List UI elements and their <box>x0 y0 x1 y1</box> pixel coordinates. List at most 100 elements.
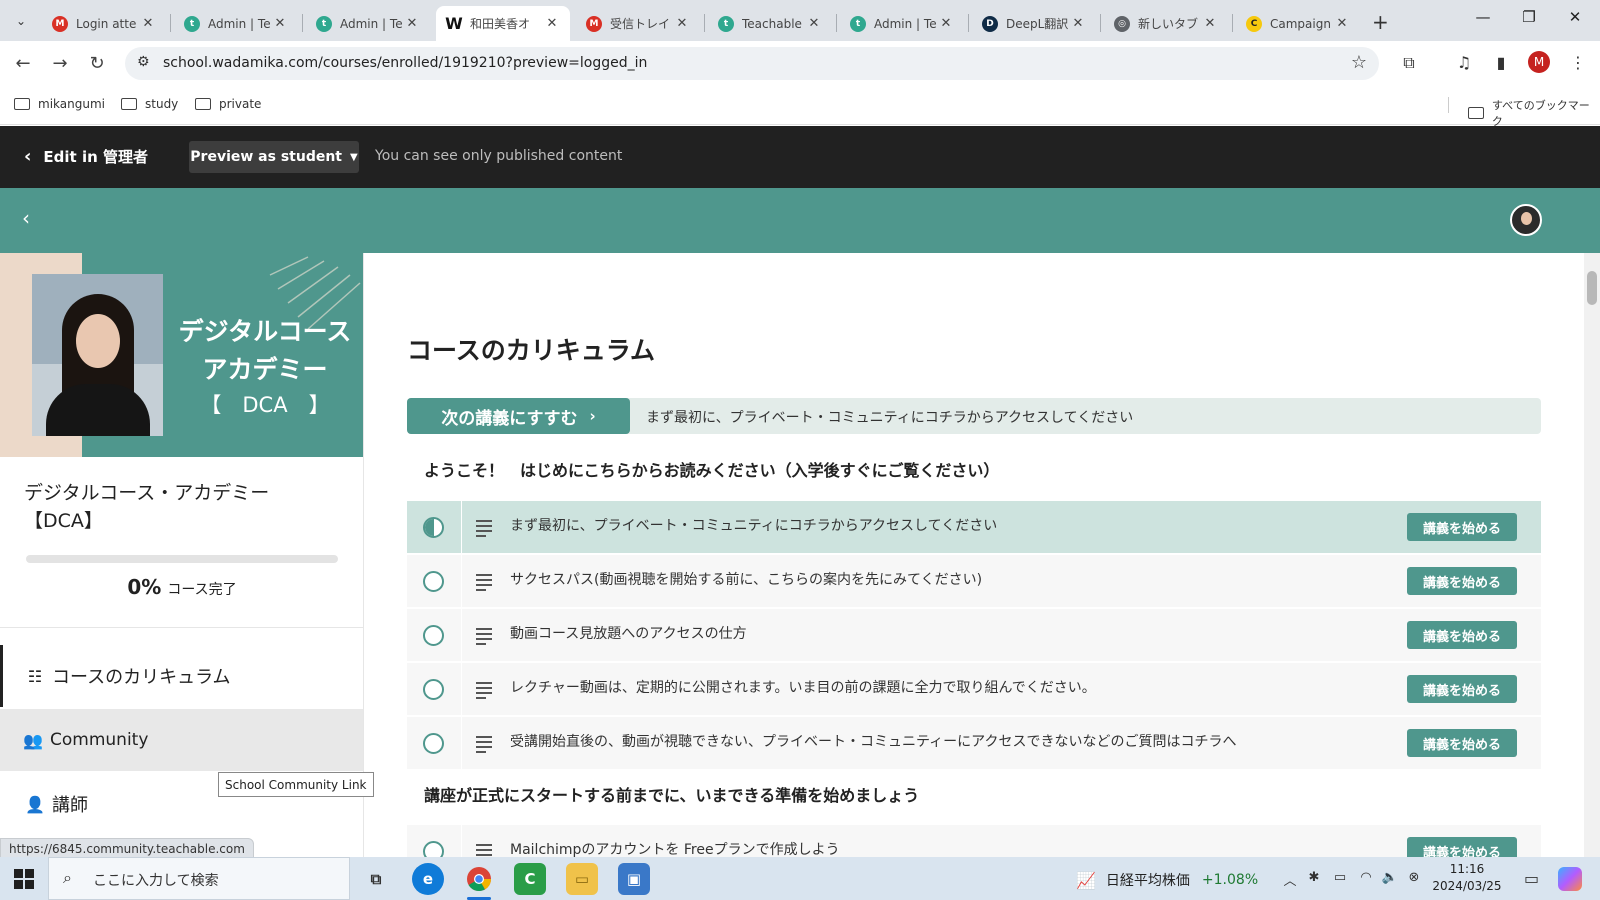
bookmark-folder-study[interactable]: study <box>121 97 178 111</box>
tray-app-icon[interactable]: ✱ <box>1304 870 1324 885</box>
lecture-title[interactable]: サクセスパス(動画視聴を開始する前に、こちらの案内を先にみてください) <box>510 569 982 589</box>
extensions-icon[interactable]: ⧉ <box>1398 53 1420 73</box>
scrollbar-thumb[interactable] <box>1587 271 1597 305</box>
close-tab-icon[interactable]: ✕ <box>272 16 288 31</box>
section-title: ようこそ！ はじめにこちらからお読みください（入学後すぐにご覧ください） <box>424 461 1000 480</box>
lecture-row[interactable]: レクチャー動画は、定期的に公開されます。いま目の前の課題に全力で取り組んでくださ… <box>407 663 1541 716</box>
start-lecture-button[interactable]: 講義を始める <box>1407 513 1517 541</box>
battery-icon[interactable]: ▭ <box>1330 870 1350 885</box>
bookmark-star-icon[interactable]: ☆ <box>1351 52 1367 73</box>
address-bar[interactable]: ⚙ school.wadamika.com/courses/enrolled/1… <box>125 47 1379 80</box>
edge-icon[interactable]: e <box>412 863 444 895</box>
community-icon: 👥 <box>23 730 43 750</box>
stock-widget[interactable]: 📈 日経平均株価 +1.08% <box>1076 870 1258 890</box>
in-progress-icon <box>423 517 444 538</box>
user-avatar[interactable] <box>1510 204 1542 236</box>
browser-tab[interactable]: M 受信トレイ ( ✕ <box>576 6 700 41</box>
browser-tab[interactable]: C Campaign ✕ <box>1236 6 1360 41</box>
copilot-icon[interactable] <box>1558 867 1582 891</box>
edit-in-admin-link[interactable]: ‹ Edit in 管理者 <box>24 146 148 167</box>
text-lecture-icon <box>476 517 492 537</box>
bookmark-folder-mikangumi[interactable]: mikangumi <box>14 97 105 111</box>
lecture-row[interactable]: Mailchimpのアカウントを Freeプランで作成しよう 講義を始める <box>407 825 1541 857</box>
banner-title: デジタルコース アカデミー <box>178 317 352 384</box>
close-tab-icon[interactable]: ✕ <box>1070 16 1086 31</box>
media-control-icon[interactable]: ♫ <box>1453 53 1475 72</box>
restore-icon[interactable]: ❐ <box>1514 8 1544 26</box>
close-tab-icon[interactable]: ✕ <box>140 16 156 31</box>
browser-tab[interactable]: t Teachable ✕ <box>708 6 832 41</box>
close-tab-icon[interactable]: ✕ <box>938 16 954 31</box>
close-tab-icon[interactable]: ✕ <box>544 16 560 31</box>
sidebar-item-curriculum[interactable]: ☷ コースのカリキュラム <box>0 645 363 707</box>
progress-percent: 0% <box>127 575 162 599</box>
curriculum-main: コースのカリキュラム 次の講義にすすむ › まず最初に、プライベート・コミュニテ… <box>365 253 1584 857</box>
sidebar-item-community[interactable]: 👥 Community <box>0 709 363 771</box>
lecture-row[interactable]: 受講開始直後の、動画が視聴できない、プライベート・コミュニティーにアクセスできな… <box>407 717 1541 770</box>
file-explorer-icon[interactable]: ▭ <box>566 863 598 895</box>
tray-expand-icon[interactable]: ︿ <box>1280 870 1300 889</box>
next-lecture-button[interactable]: 次の講義にすすむ › <box>407 398 630 434</box>
course-header: ‹ <box>0 188 1600 253</box>
text-lecture-icon <box>476 679 492 699</box>
browser-tab[interactable]: D DeepL翻訳 ✕ <box>972 6 1096 41</box>
menu-kebab-icon[interactable]: ⋮ <box>1567 53 1589 72</box>
close-tab-icon[interactable]: ✕ <box>1202 16 1218 31</box>
site-info-icon[interactable]: ⚙ <box>137 54 150 70</box>
lecture-title[interactable]: レクチャー動画は、定期的に公開されます。いま目の前の課題に全力で取り組んでくださ… <box>510 677 1096 697</box>
app-window-icon[interactable]: ▣ <box>618 863 650 895</box>
browser-tab[interactable]: t Admin | Te ✕ <box>840 6 964 41</box>
not-started-icon <box>423 571 444 592</box>
close-tab-icon[interactable]: ✕ <box>404 16 420 31</box>
collapse-sidebar-icon[interactable]: ‹ <box>22 206 30 230</box>
start-lecture-button[interactable]: 講義を始める <box>1407 675 1517 703</box>
chrome-taskbar-icon[interactable] <box>463 863 495 900</box>
lecture-title[interactable]: 受講開始直後の、動画が視聴できない、プライベート・コミュニティーにアクセスできな… <box>510 731 1236 751</box>
lecture-title[interactable]: まず最初に、プライベート・コミュニティにコチラからアクセスしてください <box>510 515 997 535</box>
browser-tab[interactable]: M Login atte ✕ <box>42 6 166 41</box>
profile-avatar[interactable]: M <box>1528 51 1550 73</box>
close-tab-icon[interactable]: ✕ <box>806 16 822 31</box>
close-tab-icon[interactable]: ✕ <box>674 16 690 31</box>
forward-icon[interactable]: → <box>49 53 71 74</box>
browser-tab[interactable]: ◎ 新しいタブ ✕ <box>1104 6 1228 41</box>
browser-toolbar: ← → ↻ ⚙ school.wadamika.com/courses/enro… <box>0 41 1600 85</box>
browser-tab[interactable]: t Admin | Te ✕ <box>174 6 298 41</box>
new-tab-icon[interactable]: + <box>1372 10 1389 34</box>
curriculum-icon: ☷ <box>27 666 43 686</box>
windows-start-icon[interactable] <box>14 869 34 889</box>
all-bookmarks[interactable]: すべてのブックマーク <box>1468 97 1600 129</box>
minimize-icon[interactable]: — <box>1468 8 1498 26</box>
start-lecture-button[interactable]: 講義を始める <box>1407 621 1517 649</box>
close-window-icon[interactable]: ✕ <box>1560 8 1590 26</box>
bookmark-folder-private[interactable]: private <box>195 97 261 111</box>
start-lecture-button[interactable]: 講義を始める <box>1407 837 1517 857</box>
browser-tab-active[interactable]: W 和田美香オ ✕ <box>436 6 570 41</box>
bookmarks-bar: mikangumi study private すべてのブックマーク <box>0 85 1600 128</box>
lecture-row[interactable]: まず最初に、プライベート・コミュニティにコチラからアクセスしてください 講義を始… <box>407 501 1541 554</box>
preview-as-dropdown[interactable]: Preview as student ▼ <box>189 141 359 173</box>
url-text[interactable]: school.wadamika.com/courses/enrolled/191… <box>163 55 647 71</box>
taskbar-search[interactable]: ⌕ ここに入力して検索 <box>48 857 350 900</box>
notification-icon[interactable]: ▭ <box>1524 869 1539 888</box>
close-tab-icon[interactable]: ✕ <box>1334 16 1350 31</box>
lecture-title[interactable]: 動画コース見放題へのアクセスの仕方 <box>510 623 747 643</box>
system-clock[interactable]: 11:16 2024/03/25 <box>1426 861 1508 895</box>
folder-icon <box>121 98 137 110</box>
start-lecture-button[interactable]: 講義を始める <box>1407 567 1517 595</box>
page-scrollbar[interactable] <box>1584 253 1600 857</box>
lecture-title[interactable]: Mailchimpのアカウントを Freeプランで作成しよう <box>510 839 840 857</box>
side-panel-icon[interactable]: ▮ <box>1490 53 1512 72</box>
browser-tab[interactable]: t Admin | Te ✕ <box>306 6 430 41</box>
reload-icon[interactable]: ↻ <box>86 53 108 74</box>
task-view-icon[interactable]: ⧉ <box>360 863 392 895</box>
network-icon[interactable]: ◠ <box>1356 870 1376 885</box>
spreadsheet-app-icon[interactable]: C <box>514 863 546 895</box>
input-status-icon[interactable]: ⊗ <box>1404 870 1424 885</box>
start-lecture-button[interactable]: 講義を始める <box>1407 729 1517 757</box>
back-icon[interactable]: ← <box>12 53 34 74</box>
lecture-row[interactable]: サクセスパス(動画視聴を開始する前に、こちらの案内を先にみてください) 講義を始… <box>407 555 1541 608</box>
lecture-row[interactable]: 動画コース見放題へのアクセスの仕方 講義を始める <box>407 609 1541 662</box>
volume-icon[interactable]: 🔈 <box>1380 870 1400 885</box>
tab-search-icon[interactable]: ⌄ <box>8 8 34 34</box>
